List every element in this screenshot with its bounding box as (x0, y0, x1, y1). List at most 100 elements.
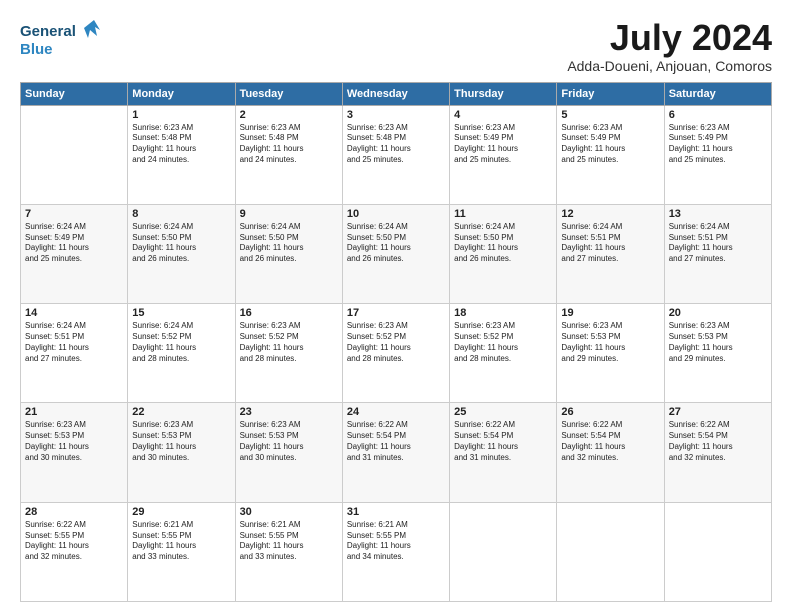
calendar-cell: 6 Sunrise: 6:23 AM Sunset: 5:49 PM Daylig… (664, 105, 771, 204)
day-number: 21 (25, 406, 123, 418)
day-number: 13 (669, 208, 767, 220)
day-number: 1 (132, 109, 230, 121)
day-number: 23 (240, 406, 338, 418)
col-sunday: Sunday (21, 82, 128, 105)
col-wednesday: Wednesday (342, 82, 449, 105)
svg-text:General: General (20, 23, 76, 40)
day-number: 22 (132, 406, 230, 418)
calendar-table: Sunday Monday Tuesday Wednesday Thursday… (20, 82, 772, 602)
day-info: Sunrise: 6:24 AM Sunset: 5:51 PM Dayligh… (25, 321, 123, 364)
calendar-cell: 11 Sunrise: 6:24 AM Sunset: 5:50 PM Dayli… (450, 204, 557, 303)
calendar-cell: 12Sunrise: 6:24 AM Sunset: 5:51 PM Dayli… (557, 204, 664, 303)
title-block: July 2024 Adda-Doueni, Anjouan, Comoros (567, 18, 772, 74)
day-info: Sunrise: 6:24 AM Sunset: 5:52 PM Dayligh… (132, 321, 230, 364)
day-number: 27 (669, 406, 767, 418)
day-info: Sunrise: 6:21 AM Sunset: 5:55 PM Dayligh… (240, 520, 338, 563)
calendar-cell: 21Sunrise: 6:23 AM Sunset: 5:53 PM Dayli… (21, 403, 128, 502)
day-info: Sunrise: 6:21 AM Sunset: 5:55 PM Dayligh… (347, 520, 445, 563)
col-monday: Monday (128, 82, 235, 105)
day-info: Sunrise: 6:24 AM Sunset: 5:50 PM Dayligh… (240, 222, 338, 265)
calendar-cell: 3 Sunrise: 6:23 AM Sunset: 5:48 PM Daylig… (342, 105, 449, 204)
svg-text:Blue: Blue (20, 41, 53, 58)
location: Adda-Doueni, Anjouan, Comoros (567, 58, 772, 74)
day-info: Sunrise: 6:23 AM Sunset: 5:52 PM Dayligh… (347, 321, 445, 364)
day-info: Sunrise: 6:23 AM Sunset: 5:49 PM Dayligh… (454, 123, 552, 166)
day-number: 11 (454, 208, 552, 220)
day-number: 28 (25, 506, 123, 518)
day-info: Sunrise: 6:23 AM Sunset: 5:53 PM Dayligh… (132, 420, 230, 463)
logo: General Blue (20, 18, 100, 62)
day-info: Sunrise: 6:21 AM Sunset: 5:55 PM Dayligh… (132, 520, 230, 563)
day-info: Sunrise: 6:23 AM Sunset: 5:53 PM Dayligh… (669, 321, 767, 364)
day-info: Sunrise: 6:24 AM Sunset: 5:50 PM Dayligh… (454, 222, 552, 265)
day-info: Sunrise: 6:22 AM Sunset: 5:54 PM Dayligh… (347, 420, 445, 463)
day-number: 2 (240, 109, 338, 121)
col-saturday: Saturday (664, 82, 771, 105)
calendar-cell: 27 Sunrise: 6:22 AM Sunset: 5:54 PM Dayli… (664, 403, 771, 502)
day-info: Sunrise: 6:24 AM Sunset: 5:50 PM Dayligh… (347, 222, 445, 265)
day-info: Sunrise: 6:24 AM Sunset: 5:49 PM Dayligh… (25, 222, 123, 265)
calendar-cell: 18 Sunrise: 6:23 AM Sunset: 5:52 PM Dayli… (450, 304, 557, 403)
calendar-cell (450, 502, 557, 601)
calendar-cell: 24Sunrise: 6:22 AM Sunset: 5:54 PM Dayli… (342, 403, 449, 502)
calendar-cell: 23Sunrise: 6:23 AM Sunset: 5:53 PM Dayli… (235, 403, 342, 502)
day-number: 14 (25, 307, 123, 319)
calendar-cell: 29 Sunrise: 6:21 AM Sunset: 5:55 PM Dayli… (128, 502, 235, 601)
calendar-cell: 5Sunrise: 6:23 AM Sunset: 5:49 PM Daylig… (557, 105, 664, 204)
calendar-cell: 20 Sunrise: 6:23 AM Sunset: 5:53 PM Dayli… (664, 304, 771, 403)
calendar-cell: 1 Sunrise: 6:23 AM Sunset: 5:48 PM Daylig… (128, 105, 235, 204)
day-info: Sunrise: 6:23 AM Sunset: 5:53 PM Dayligh… (561, 321, 659, 364)
day-number: 26 (561, 406, 659, 418)
day-number: 31 (347, 506, 445, 518)
calendar-cell: 19 Sunrise: 6:23 AM Sunset: 5:53 PM Dayli… (557, 304, 664, 403)
calendar-cell: 13 Sunrise: 6:24 AM Sunset: 5:51 PM Dayli… (664, 204, 771, 303)
day-info: Sunrise: 6:23 AM Sunset: 5:49 PM Dayligh… (669, 123, 767, 166)
calendar-cell: 14 Sunrise: 6:24 AM Sunset: 5:51 PM Dayli… (21, 304, 128, 403)
day-info: Sunrise: 6:24 AM Sunset: 5:50 PM Dayligh… (132, 222, 230, 265)
day-number: 18 (454, 307, 552, 319)
calendar-cell: 22 Sunrise: 6:23 AM Sunset: 5:53 PM Dayli… (128, 403, 235, 502)
calendar-week-5: 28 Sunrise: 6:22 AM Sunset: 5:55 PM Dayli… (21, 502, 772, 601)
calendar-cell: 16Sunrise: 6:23 AM Sunset: 5:52 PM Dayli… (235, 304, 342, 403)
header-row: Sunday Monday Tuesday Wednesday Thursday… (21, 82, 772, 105)
day-info: Sunrise: 6:23 AM Sunset: 5:48 PM Dayligh… (240, 123, 338, 166)
day-number: 4 (454, 109, 552, 121)
calendar-week-4: 21 Sunrise: 6:23 AM Sunset: 5:53 PM Dayli… (21, 403, 772, 502)
calendar-cell: 8Sunrise: 6:24 AM Sunset: 5:50 PM Daylig… (128, 204, 235, 303)
day-info: Sunrise: 6:23 AM Sunset: 5:52 PM Dayligh… (454, 321, 552, 364)
day-number: 20 (669, 307, 767, 319)
day-info: Sunrise: 6:23 AM Sunset: 5:48 PM Dayligh… (347, 123, 445, 166)
calendar-cell: 25Sunrise: 6:22 AM Sunset: 5:54 PM Dayli… (450, 403, 557, 502)
calendar-week-3: 14 Sunrise: 6:24 AM Sunset: 5:51 PM Dayli… (21, 304, 772, 403)
calendar-cell: 2 Sunrise: 6:23 AM Sunset: 5:48 PM Daylig… (235, 105, 342, 204)
day-number: 16 (240, 307, 338, 319)
calendar-cell (664, 502, 771, 601)
calendar-cell: 26Sunrise: 6:22 AM Sunset: 5:54 PM Dayli… (557, 403, 664, 502)
day-info: Sunrise: 6:22 AM Sunset: 5:55 PM Dayligh… (25, 520, 123, 563)
calendar-cell (557, 502, 664, 601)
calendar-cell: 10Sunrise: 6:24 AM Sunset: 5:50 PM Dayli… (342, 204, 449, 303)
calendar-cell: 31 Sunrise: 6:21 AM Sunset: 5:55 PM Dayli… (342, 502, 449, 601)
calendar-cell: 9Sunrise: 6:24 AM Sunset: 5:50 PM Daylig… (235, 204, 342, 303)
calendar-cell: 17 Sunrise: 6:23 AM Sunset: 5:52 PM Dayli… (342, 304, 449, 403)
day-number: 15 (132, 307, 230, 319)
day-info: Sunrise: 6:23 AM Sunset: 5:48 PM Dayligh… (132, 123, 230, 166)
calendar-cell: 30 Sunrise: 6:21 AM Sunset: 5:55 PM Dayli… (235, 502, 342, 601)
day-info: Sunrise: 6:24 AM Sunset: 5:51 PM Dayligh… (669, 222, 767, 265)
calendar-cell (21, 105, 128, 204)
day-number: 7 (25, 208, 123, 220)
day-number: 29 (132, 506, 230, 518)
day-number: 25 (454, 406, 552, 418)
day-number: 19 (561, 307, 659, 319)
day-number: 30 (240, 506, 338, 518)
calendar-week-2: 7 Sunrise: 6:24 AM Sunset: 5:49 PM Daylig… (21, 204, 772, 303)
day-number: 5 (561, 109, 659, 121)
day-number: 3 (347, 109, 445, 121)
col-tuesday: Tuesday (235, 82, 342, 105)
day-info: Sunrise: 6:22 AM Sunset: 5:54 PM Dayligh… (669, 420, 767, 463)
day-number: 6 (669, 109, 767, 121)
col-thursday: Thursday (450, 82, 557, 105)
day-number: 17 (347, 307, 445, 319)
calendar-cell: 4 Sunrise: 6:23 AM Sunset: 5:49 PM Daylig… (450, 105, 557, 204)
day-info: Sunrise: 6:24 AM Sunset: 5:51 PM Dayligh… (561, 222, 659, 265)
